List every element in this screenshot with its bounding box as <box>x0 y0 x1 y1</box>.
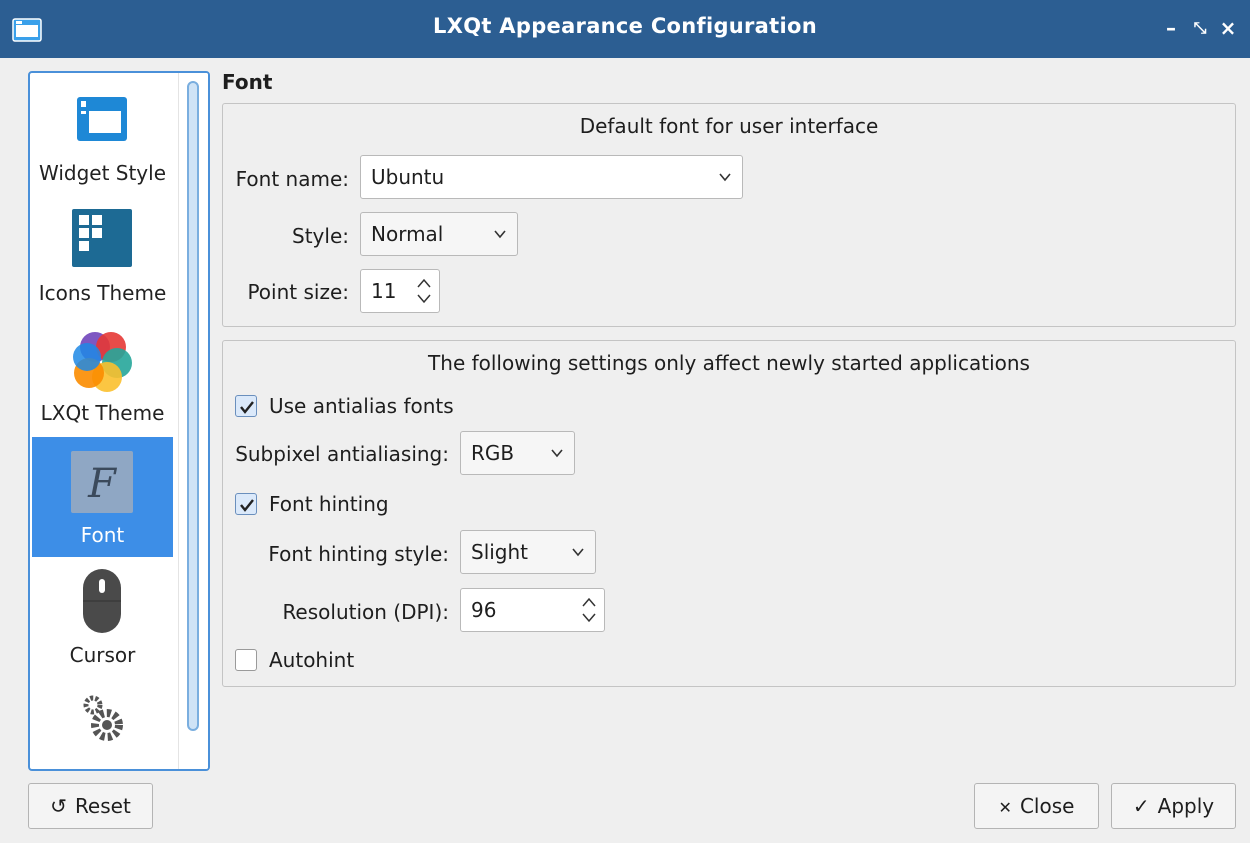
icons-theme-icon <box>72 209 132 267</box>
dialog-body: Widget Style Icons Theme LXQt Theme F Fo… <box>8 58 1250 843</box>
sidebar-item-label: Icons Theme <box>38 281 167 305</box>
apply-button[interactable]: ✓ Apply <box>1111 783 1236 829</box>
sidebar-item-lxqt-theme[interactable]: LXQt Theme <box>32 315 173 435</box>
antialias-checkbox[interactable] <box>235 395 257 417</box>
subpixel-value: RGB <box>471 441 515 465</box>
sidebar-item-cursor[interactable]: Cursor <box>32 557 173 677</box>
title-bar[interactable]: LXQt Appearance Configuration – ⤡ × <box>0 0 1250 58</box>
reset-label: Reset <box>74 794 131 818</box>
window-title: LXQt Appearance Configuration <box>433 14 817 38</box>
restore-button[interactable]: ⤡ <box>1187 12 1213 44</box>
new-apps-heading: The following settings only affect newly… <box>428 351 1030 375</box>
subpixel-label: Subpixel antialiasing: <box>235 442 449 466</box>
sidebar-scrollbar[interactable] <box>178 73 208 769</box>
font-hinting-label[interactable]: Font hinting <box>269 492 389 516</box>
antialias-label[interactable]: Use antialias fonts <box>269 394 454 418</box>
chevron-down-icon <box>494 230 506 239</box>
sidebar-scrollbar-thumb[interactable] <box>187 81 199 731</box>
apply-label: Apply <box>1157 794 1215 818</box>
sidebar-item-label: Font <box>80 523 125 547</box>
font-hinting-checkbox[interactable] <box>235 493 257 515</box>
spin-arrows-icon[interactable] <box>580 595 598 625</box>
subpixel-combobox[interactable]: RGB <box>460 431 575 475</box>
close-label: Close <box>1019 794 1075 818</box>
sidebar-item-font[interactable]: F Font <box>32 437 173 557</box>
lxqt-theme-icon <box>73 332 132 392</box>
new-apps-settings-group: The following settings only affect newly… <box>222 340 1236 687</box>
svg-text:F: F <box>87 461 117 507</box>
autohint-label[interactable]: Autohint <box>269 648 354 672</box>
sidebar-item-label: Cursor <box>69 643 136 667</box>
chevron-down-icon <box>551 449 563 458</box>
font-icon: F <box>71 451 133 513</box>
sidebar-item-icons-theme[interactable]: Icons Theme <box>32 195 173 315</box>
checkmark-icon <box>240 401 254 414</box>
spin-arrows-icon[interactable] <box>415 276 433 306</box>
dpi-label: Resolution (DPI): <box>282 600 449 624</box>
default-font-group: Default font for user interface Font nam… <box>222 103 1236 327</box>
font-name-value: Ubuntu <box>371 165 445 189</box>
style-value: Normal <box>371 222 444 246</box>
checkmark-icon: ✓ <box>1132 794 1150 818</box>
point-size-spinbox[interactable]: 11 <box>360 269 440 313</box>
widget-style-icon <box>77 97 127 141</box>
point-size-label: Point size: <box>247 280 349 304</box>
sidebar-item-widget-style[interactable]: Widget Style <box>32 75 173 195</box>
font-name-combobox[interactable]: Ubuntu <box>360 155 743 199</box>
style-label: Style: <box>292 224 349 248</box>
category-list[interactable]: Widget Style Icons Theme LXQt Theme F Fo… <box>28 71 210 771</box>
sidebar-item-label: LXQt Theme <box>40 401 165 425</box>
minimize-button[interactable]: – <box>1158 12 1184 44</box>
close-window-button[interactable]: × <box>1215 12 1241 44</box>
chevron-down-icon <box>719 173 731 182</box>
hinting-style-combobox[interactable]: Slight <box>460 530 596 574</box>
dpi-value: 96 <box>471 598 497 622</box>
settings-gears-icon <box>83 695 123 741</box>
page-title: Font <box>222 70 273 94</box>
point-size-value: 11 <box>371 279 397 303</box>
close-button[interactable]: ✕ Close <box>974 783 1099 829</box>
undo-icon: ↺ <box>50 794 67 818</box>
chevron-down-icon <box>572 548 584 557</box>
style-combobox[interactable]: Normal <box>360 212 518 256</box>
sidebar-item-label: Widget Style <box>38 161 167 185</box>
hinting-style-label: Font hinting style: <box>268 542 449 566</box>
font-name-label: Font name: <box>235 167 349 191</box>
checkmark-icon <box>240 499 254 512</box>
close-icon: ✕ <box>998 798 1012 817</box>
cursor-icon <box>83 569 121 633</box>
default-font-heading: Default font for user interface <box>579 114 879 138</box>
reset-button[interactable]: ↺ Reset <box>28 783 153 829</box>
dpi-spinbox[interactable]: 96 <box>460 588 605 632</box>
sidebar-item-other-settings[interactable] <box>32 677 173 769</box>
autohint-checkbox[interactable] <box>235 649 257 671</box>
hinting-style-value: Slight <box>471 540 529 564</box>
